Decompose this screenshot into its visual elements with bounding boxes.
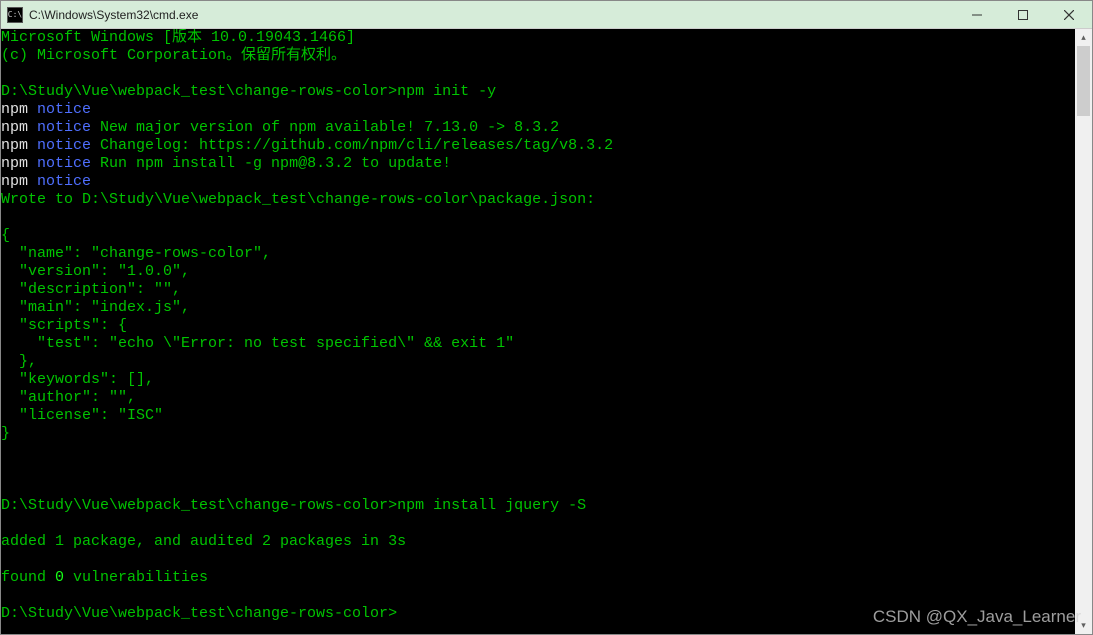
cmd-window: C:\ C:\Windows\System32\cmd.exe Microsof… bbox=[0, 0, 1093, 635]
terminal-output[interactable]: Microsoft Windows [版本 10.0.19043.1466] (… bbox=[1, 29, 1075, 634]
close-button[interactable] bbox=[1046, 1, 1092, 28]
scroll-up-arrow-icon[interactable]: ▴ bbox=[1075, 29, 1092, 46]
terminal-area: Microsoft Windows [版本 10.0.19043.1466] (… bbox=[1, 29, 1092, 634]
npm-prefix: npm bbox=[1, 137, 37, 154]
scroll-thumb[interactable] bbox=[1077, 46, 1090, 116]
json-line: "test": "echo \"Error: no test specified… bbox=[1, 335, 514, 352]
scroll-track[interactable] bbox=[1075, 46, 1092, 617]
vuln-count: 0 bbox=[55, 569, 64, 586]
vertical-scrollbar[interactable]: ▴ ▾ bbox=[1075, 29, 1092, 634]
result-vuln: found bbox=[1, 569, 55, 586]
json-line: }, bbox=[1, 353, 37, 370]
cmd-icon: C:\ bbox=[7, 7, 23, 23]
header-line: (c) Microsoft Corporation。保留所有权利。 bbox=[1, 47, 346, 64]
json-line: "description": "", bbox=[1, 281, 181, 298]
maximize-button[interactable] bbox=[1000, 1, 1046, 28]
json-line: "name": "change-rows-color", bbox=[1, 245, 271, 262]
prompt-path: D:\Study\Vue\webpack_test\change-rows-co… bbox=[1, 83, 397, 100]
notice-text: Changelog: https://github.com/npm/cli/re… bbox=[91, 137, 613, 154]
notice-label: notice bbox=[37, 173, 91, 190]
notice-text: Run npm install -g npm@8.3.2 to update! bbox=[91, 155, 451, 172]
npm-prefix: npm bbox=[1, 173, 37, 190]
notice-label: notice bbox=[37, 155, 91, 172]
json-line: "scripts": { bbox=[1, 317, 127, 334]
scroll-down-arrow-icon[interactable]: ▾ bbox=[1075, 617, 1092, 634]
json-line: "version": "1.0.0", bbox=[1, 263, 190, 280]
prompt-path: D:\Study\Vue\webpack_test\change-rows-co… bbox=[1, 605, 397, 622]
wrote-line: Wrote to D:\Study\Vue\webpack_test\chang… bbox=[1, 191, 595, 208]
json-line: "main": "index.js", bbox=[1, 299, 190, 316]
notice-label: notice bbox=[37, 101, 91, 118]
notice-text: New major version of npm available! 7.13… bbox=[91, 119, 559, 136]
notice-label: notice bbox=[37, 119, 91, 136]
json-line: "keywords": [], bbox=[1, 371, 154, 388]
minimize-button[interactable] bbox=[954, 1, 1000, 28]
json-line: "license": "ISC" bbox=[1, 407, 163, 424]
json-line: "author": "", bbox=[1, 389, 136, 406]
titlebar[interactable]: C:\ C:\Windows\System32\cmd.exe bbox=[1, 1, 1092, 29]
result-added: added 1 package, and audited 2 packages … bbox=[1, 533, 406, 550]
json-line: } bbox=[1, 425, 10, 442]
window-title: C:\Windows\System32\cmd.exe bbox=[29, 8, 954, 22]
header-line: Microsoft Windows [版本 10.0.19043.1466] bbox=[1, 29, 355, 46]
result-vuln: vulnerabilities bbox=[64, 569, 208, 586]
prompt-path: D:\Study\Vue\webpack_test\change-rows-co… bbox=[1, 497, 397, 514]
npm-prefix: npm bbox=[1, 119, 37, 136]
npm-prefix: npm bbox=[1, 155, 37, 172]
npm-prefix: npm bbox=[1, 101, 37, 118]
json-line: { bbox=[1, 227, 10, 244]
prompt-cmd: npm init -y bbox=[397, 83, 496, 100]
window-controls bbox=[954, 1, 1092, 28]
notice-label: notice bbox=[37, 137, 91, 154]
prompt-cmd: npm install jquery -S bbox=[397, 497, 586, 514]
